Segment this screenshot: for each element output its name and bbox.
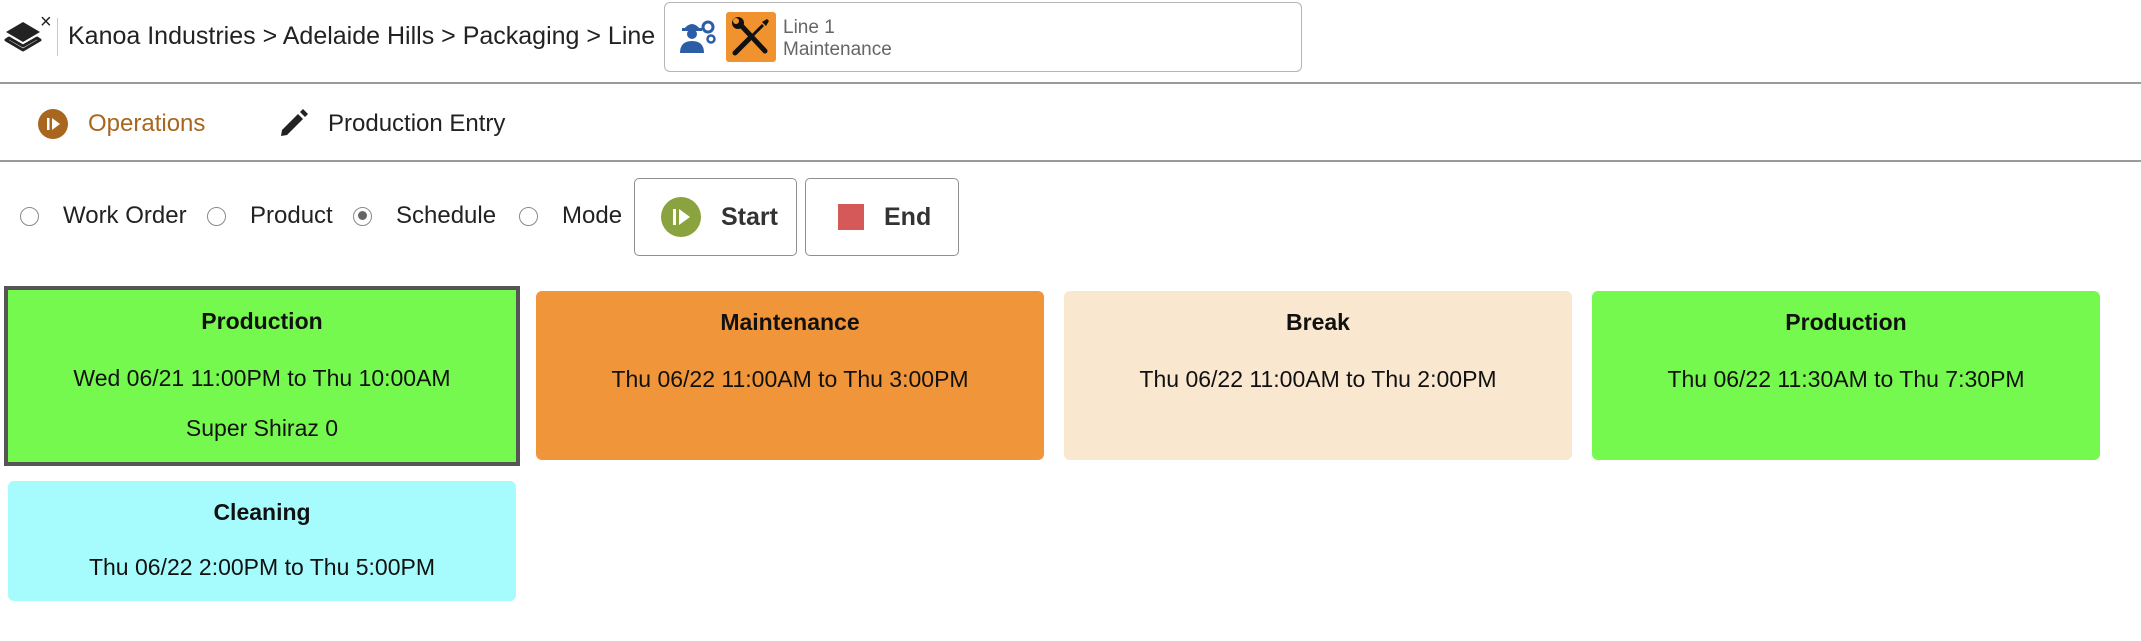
header-divider [57,18,58,56]
tab-operations[interactable]: Operations [38,106,205,142]
schedule-card-break[interactable]: Break Thu 06/22 11:00AM to Thu 2:00PM [1064,291,1572,460]
operators-icon [678,17,718,60]
schedule-card-production-2[interactable]: Production Thu 06/22 11:30AM to Thu 7:30… [1592,291,2100,460]
radio-work-order[interactable] [20,206,39,226]
start-button[interactable]: Start [634,178,797,256]
schedule-card-cleaning[interactable]: Cleaning Thu 06/22 2:00PM to Thu 5:00PM [8,481,516,601]
schedule-card-product: Super Shiraz 0 [185,415,339,441]
radio-schedule[interactable] [353,206,372,226]
filter-product-label: Product [250,202,333,229]
layers-icon [4,22,42,52]
radio-product[interactable] [207,206,226,226]
play-circle-icon [38,109,68,139]
schedule-card-title: Production [201,308,323,334]
filter-mode[interactable]: Mode [519,202,622,230]
filter-work-order[interactable]: Work Order [20,202,187,230]
tab-production-entry-label: Production Entry [328,110,506,137]
stop-icon [838,204,864,230]
layers-menu-button[interactable]: × [0,8,56,68]
schedule-card-time: Wed 06/21 11:00PM to Thu 10:00AM [73,365,451,391]
end-button-label: End [884,202,932,231]
schedule-card-title: Production [1785,309,1907,335]
status-mode-name: Maintenance [783,39,892,60]
schedule-controls: Work Order Product Schedule Mode Start E… [0,170,2141,270]
maintenance-mode-icon [726,12,776,62]
play-circle-icon [661,197,701,237]
breadcrumb[interactable]: Kanoa Industries > Adelaide Hills > Pack… [68,22,676,51]
filter-schedule-label: Schedule [396,202,497,229]
schedule-card-title: Maintenance [720,309,860,335]
end-button[interactable]: End [805,178,959,256]
schedule-card-time: Thu 06/22 11:30AM to Thu 7:30PM [1667,366,2025,392]
line-status-card[interactable]: Line 1 Maintenance [664,2,1302,72]
schedule-card-production-1[interactable]: Production Wed 06/21 11:00PM to Thu 10:0… [4,286,520,466]
schedule-card-time: Thu 06/22 11:00AM to Thu 2:00PM [1139,366,1497,392]
pencil-icon [278,109,308,139]
filter-work-order-label: Work Order [63,202,187,229]
schedule-card-time: Thu 06/22 2:00PM to Thu 5:00PM [88,554,436,580]
filter-mode-label: Mode [562,202,623,229]
status-line-name: Line 1 [783,17,835,38]
header-bar: × Kanoa Industries > Adelaide Hills > Pa… [0,0,2141,84]
filter-product[interactable]: Product [207,202,333,230]
schedule-card-maintenance[interactable]: Maintenance Thu 06/22 11:00AM to Thu 3:0… [536,291,1044,460]
main-tabs: Operations Production Entry [0,86,2141,162]
schedule-card-time: Thu 06/22 11:00AM to Thu 3:00PM [611,366,969,392]
schedule-card-title: Cleaning [213,499,311,525]
filter-schedule[interactable]: Schedule [353,202,496,230]
start-button-label: Start [721,202,778,231]
schedule-card-title: Break [1286,309,1350,335]
tab-operations-label: Operations [88,110,206,137]
radio-mode[interactable] [519,206,538,226]
close-icon[interactable]: × [40,12,52,32]
tab-production-entry[interactable]: Production Entry [278,106,505,142]
